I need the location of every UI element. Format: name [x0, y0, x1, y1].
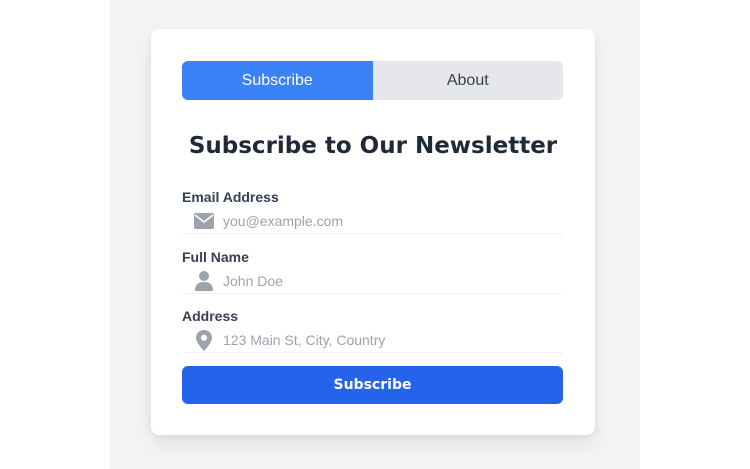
tab-subscribe[interactable]: Subscribe	[182, 61, 373, 100]
email-label: Email Address	[182, 189, 279, 205]
envelope-icon	[194, 211, 214, 231]
address-field-wrapper	[182, 328, 563, 353]
page-title: Subscribe to Our Newsletter	[188, 133, 558, 159]
tab-bar: Subscribe About	[182, 61, 563, 100]
name-label: Full Name	[182, 249, 249, 265]
user-icon	[194, 271, 214, 291]
email-input[interactable]	[223, 213, 543, 229]
map-pin-icon	[194, 329, 214, 351]
tab-about[interactable]: About	[372, 61, 563, 100]
subscribe-button[interactable]: Subscribe	[182, 366, 563, 404]
address-label: Address	[182, 308, 239, 324]
newsletter-card: Subscribe About Subscribe to Our Newslet…	[151, 29, 595, 435]
name-field-wrapper	[182, 269, 563, 294]
address-input[interactable]	[223, 332, 543, 348]
name-input[interactable]	[223, 273, 543, 289]
email-field-wrapper	[182, 209, 563, 234]
